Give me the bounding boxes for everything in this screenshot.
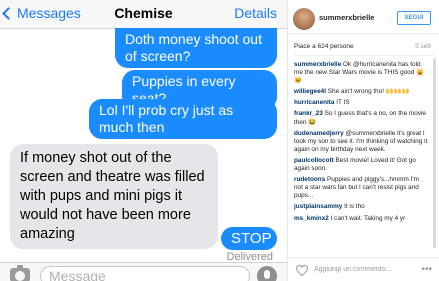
- details-button[interactable]: Details: [234, 5, 277, 21]
- message-input-bar: Message: [0, 262, 287, 281]
- comment-item: frankr_23 So I guess that's a no, on the…: [294, 110, 428, 126]
- chevron-left-icon: [2, 6, 15, 20]
- camera-icon[interactable]: [10, 265, 30, 281]
- message-bubble-outgoing[interactable]: STOP: [221, 227, 277, 250]
- comment-item: rudetoons Puppies and piggy's...hmmm I'm…: [294, 176, 428, 200]
- microphone-icon[interactable]: [257, 266, 277, 281]
- avatar[interactable]: [293, 8, 315, 30]
- comment-item: williegee4l She ain't wrong tho! 🙌🙌🙌: [294, 88, 428, 96]
- comment-username[interactable]: hurricanenita: [294, 99, 335, 106]
- follow-button[interactable]: SEGUI: [397, 11, 431, 25]
- comment-list: summerxbrielle Ok @hurricanenita has tol…: [294, 61, 428, 226]
- imessage-conversation: Messages Chemise Details Doth money shoo…: [0, 0, 287, 281]
- comment-username[interactable]: ms_kminx2: [294, 215, 329, 222]
- more-dots-icon[interactable]: •••: [421, 264, 432, 275]
- post-username[interactable]: summerxbrielle: [319, 13, 374, 22]
- likes-count[interactable]: Piace a 624 persone: [294, 43, 354, 50]
- heart-icon[interactable]: [296, 265, 308, 276]
- comment-username[interactable]: rudetoons: [294, 176, 325, 183]
- comments-scrollbar[interactable]: [433, 58, 436, 248]
- comment-item: dudenamedjerry @summerxbrielle it's grea…: [294, 130, 428, 154]
- comment-item: ms_kminx2 I can't wait. Taking my 4 yr: [294, 215, 428, 223]
- comment-username[interactable]: justplainsammy: [294, 203, 342, 210]
- comment-username[interactable]: dudenamedjerry: [294, 130, 344, 137]
- message-bubble-outgoing[interactable]: Doth money shoot out of screen?: [115, 28, 277, 68]
- comment-text: I can't wait. Taking my 4 yr: [330, 214, 406, 222]
- back-label: Messages: [17, 5, 81, 21]
- message-bubble-outgoing[interactable]: Lol I'll prob cry just as much then: [89, 99, 277, 139]
- divider: [294, 55, 434, 56]
- add-comment-input[interactable]: Aggiungi un commento...: [314, 266, 391, 273]
- comment-item: summerxbrielle Ok @hurricanenita has tol…: [294, 61, 428, 85]
- comment-username[interactable]: frankr_23: [294, 110, 323, 117]
- comment-text: She ain't wrong tho! 🙌🙌🙌: [327, 88, 410, 96]
- post-footer: Aggiungi un commento... •••: [288, 257, 439, 281]
- comment-username[interactable]: summerxbrielle: [294, 61, 341, 68]
- comment-text: It is tho: [344, 203, 365, 211]
- message-bubble-incoming[interactable]: If money shot out of the screen and thea…: [10, 144, 218, 249]
- comment-username[interactable]: paulcollocott: [294, 157, 334, 164]
- comment-username[interactable]: williegee4l: [294, 88, 326, 95]
- post-date: 5 sett: [415, 43, 431, 50]
- instagram-post-panel: summerxbrielle SEGUI Piace a 624 persone…: [287, 0, 439, 281]
- message-input[interactable]: Message: [40, 266, 250, 281]
- back-button[interactable]: Messages: [2, 5, 81, 21]
- navigation-bar: Messages Chemise Details: [0, 0, 287, 29]
- post-header: summerxbrielle SEGUI: [288, 0, 439, 34]
- comment-text: IT IS: [336, 99, 350, 107]
- comment-item: hurricanenita IT IS: [294, 99, 428, 107]
- comment-item: paulcollocott Best movie! Loved it! Got …: [294, 157, 428, 173]
- comment-item: justplainsammy It is tho: [294, 203, 428, 211]
